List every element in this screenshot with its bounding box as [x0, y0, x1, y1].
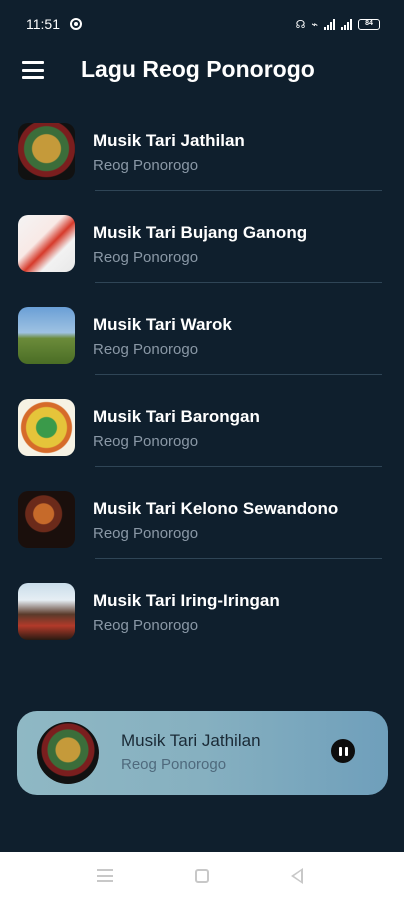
- song-item-jathilan[interactable]: Musik Tari Jathilan Reog Ponorogo: [0, 112, 404, 204]
- media-indicator-icon: [70, 18, 82, 30]
- song-title: Musik Tari Warok: [93, 315, 232, 334]
- song-item-barongan[interactable]: Musik Tari Barongan Reog Ponorogo: [0, 388, 404, 480]
- app-bar: Lagu Reog Ponorogo: [0, 48, 404, 92]
- page-title: Lagu Reog Ponorogo: [81, 56, 315, 82]
- song-title: Musik Tari Bujang Ganong: [93, 223, 308, 242]
- back-icon[interactable]: [291, 868, 303, 884]
- pause-icon[interactable]: [331, 739, 355, 763]
- divider: [95, 466, 382, 467]
- now-playing-title: Musik Tari Jathilan: [121, 731, 261, 750]
- song-thumbnail: [18, 399, 75, 456]
- song-thumbnail: [18, 215, 75, 272]
- song-title: Musik Tari Barongan: [93, 407, 260, 426]
- divider: [95, 282, 382, 283]
- now-playing-subtitle: Reog Ponorogo: [121, 756, 227, 773]
- song-list: Musik Tari Jathilan Reog Ponorogo Musik …: [0, 112, 404, 664]
- now-playing-bar[interactable]: Musik Tari Jathilan Reog Ponorogo: [17, 711, 388, 795]
- divider: [95, 374, 382, 375]
- song-subtitle: Reog Ponorogo: [93, 617, 199, 634]
- signal-icon-2: [341, 18, 352, 30]
- system-nav-bar: [0, 852, 404, 900]
- song-subtitle: Reog Ponorogo: [93, 157, 199, 174]
- battery-icon: 84: [358, 18, 380, 30]
- now-playing-artwork: [37, 722, 99, 784]
- home-icon[interactable]: [195, 869, 209, 883]
- song-item-warok[interactable]: Musik Tari Warok Reog Ponorogo: [0, 296, 404, 388]
- song-title: Musik Tari Iring-Iringan: [93, 591, 280, 610]
- song-item-kelono-sewandono[interactable]: Musik Tari Kelono Sewandono Reog Ponorog…: [0, 480, 404, 572]
- song-thumbnail: [18, 583, 75, 640]
- mute-icon: ⌁: [311, 18, 318, 31]
- song-thumbnail: [18, 491, 75, 548]
- status-time: 11:51: [26, 16, 60, 32]
- song-thumbnail: [18, 123, 75, 180]
- status-bar: 11:51 ☊ ⌁ 84: [0, 0, 404, 48]
- song-subtitle: Reog Ponorogo: [93, 433, 199, 450]
- headphone-icon: ☊: [295, 18, 306, 31]
- hamburger-menu-icon[interactable]: [22, 61, 44, 79]
- song-thumbnail: [18, 307, 75, 364]
- song-subtitle: Reog Ponorogo: [93, 249, 199, 266]
- divider: [95, 190, 382, 191]
- recent-apps-icon[interactable]: [97, 869, 113, 882]
- signal-icon-1: [324, 18, 335, 30]
- song-title: Musik Tari Jathilan: [93, 131, 245, 150]
- song-item-iring-iringan[interactable]: Musik Tari Iring-Iringan Reog Ponorogo: [0, 572, 404, 664]
- divider: [95, 558, 382, 559]
- song-subtitle: Reog Ponorogo: [93, 525, 199, 542]
- song-item-bujang-ganong[interactable]: Musik Tari Bujang Ganong Reog Ponorogo: [0, 204, 404, 296]
- song-subtitle: Reog Ponorogo: [93, 341, 199, 358]
- song-title: Musik Tari Kelono Sewandono: [93, 499, 339, 518]
